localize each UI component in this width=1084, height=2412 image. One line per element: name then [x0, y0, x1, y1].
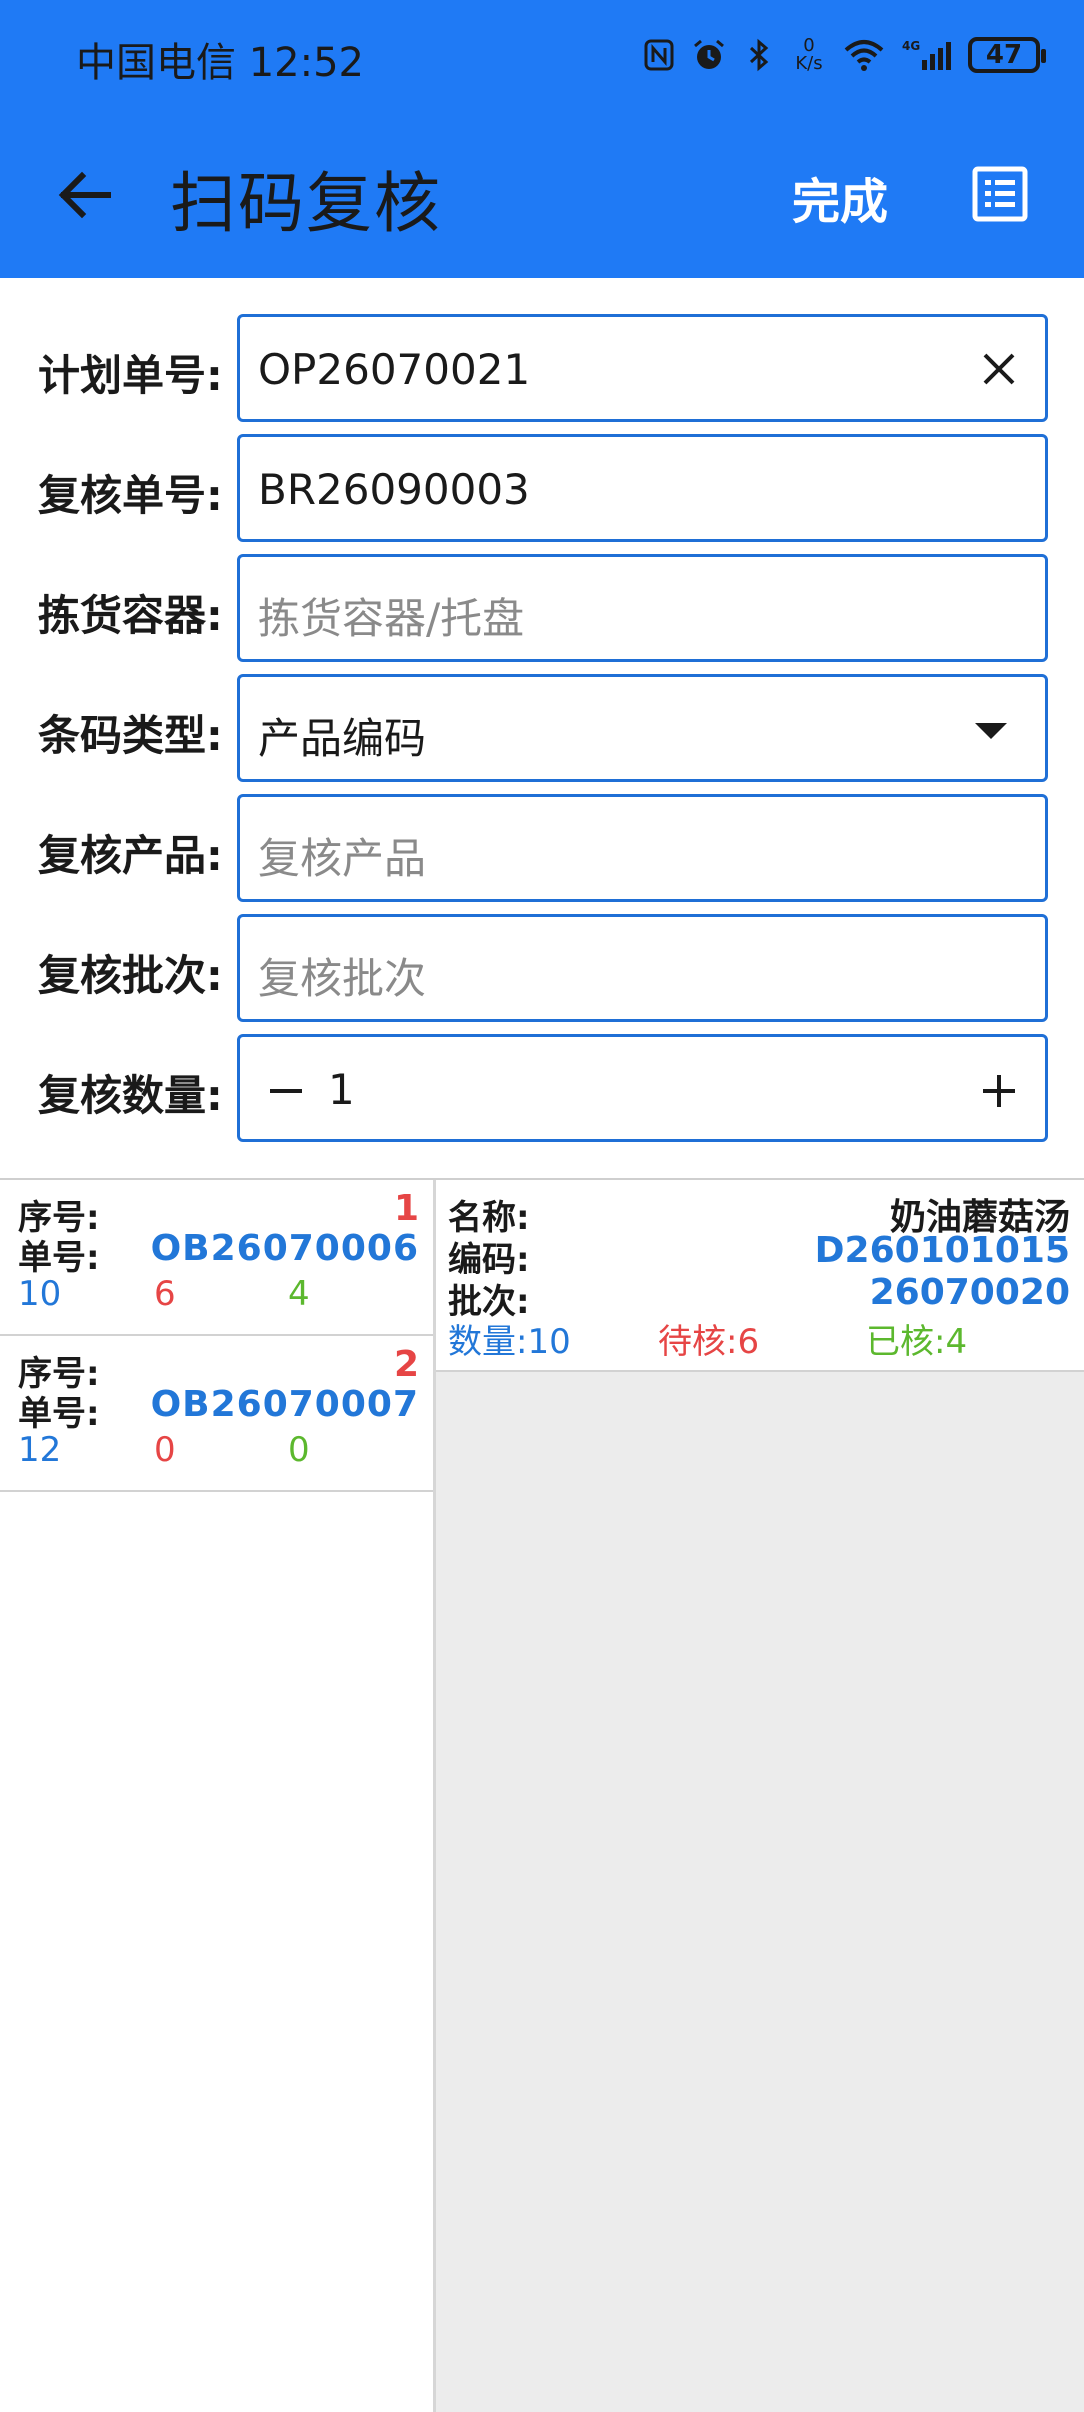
- plus-icon[interactable]: [975, 1067, 1023, 1115]
- svg-text:4G: 4G: [902, 39, 920, 53]
- carrier-time: 中国电信 12:52: [76, 40, 364, 86]
- product-list: 名称: 奶油蘑菇汤 编码: D260101015 批次: 26070020 数量…: [436, 1180, 1084, 2412]
- quantity-count: 数量:10: [448, 1322, 571, 1362]
- barcode-type-value: 产品编码: [258, 714, 427, 763]
- wifi-icon: [842, 38, 886, 72]
- list-item[interactable]: 序号: 2 单号: OB26070007 12 0 0: [0, 1336, 433, 1492]
- app-bar: 扫码复核 完成: [0, 110, 1084, 278]
- clear-icon[interactable]: [975, 345, 1023, 393]
- product-row: 复核产品: 复核产品: [0, 794, 1084, 902]
- order-no-label: 单号:: [18, 1238, 100, 1278]
- net-speed: 0 K/s: [792, 37, 826, 74]
- checked-count: 4: [288, 1274, 310, 1314]
- checked-count: 0: [288, 1430, 310, 1470]
- order-no-value: OB26070006: [150, 1228, 419, 1269]
- minus-icon[interactable]: [262, 1067, 310, 1115]
- plan-no-row: 计划单号: OP26070021: [0, 314, 1084, 422]
- plan-no-label: 计划单号:: [38, 351, 223, 400]
- battery-icon: 47: [968, 37, 1046, 73]
- seq-value: 2: [393, 1344, 419, 1385]
- order-no-label: 单号:: [18, 1394, 100, 1434]
- pending-count: 待核:6: [658, 1322, 760, 1362]
- status-icons: 0 K/s 4G 47: [642, 30, 1046, 80]
- review-no-label: 复核单号:: [38, 471, 223, 520]
- review-no-field[interactable]: BR26090003: [237, 434, 1048, 542]
- checked-count: 已核:4: [866, 1322, 968, 1362]
- barcode-type-label: 条码类型:: [38, 711, 223, 760]
- product-batch: 26070020: [869, 1272, 1070, 1313]
- status-bar: 中国电信 12:52 0 K/s 4G 47: [0, 0, 1084, 110]
- container-input[interactable]: 拣货容器/托盘: [237, 554, 1048, 662]
- batch-placeholder: 复核批次: [258, 954, 427, 1003]
- app-header: 中国电信 12:52 0 K/s 4G 47 扫码复核 完成: [0, 0, 1084, 278]
- product-detail-item[interactable]: 名称: 奶油蘑菇汤 编码: D260101015 批次: 26070020 数量…: [436, 1180, 1084, 1372]
- nfc-icon: [642, 38, 676, 72]
- quantity-label: 复核数量:: [38, 1071, 223, 1120]
- plan-no-value: OP26070021: [258, 345, 531, 394]
- batch-input[interactable]: 复核批次: [237, 914, 1048, 1022]
- review-form: 计划单号: OP26070021 复核单号: BR26090003 拣货容器: …: [0, 278, 1084, 1178]
- seq-value: 1: [393, 1188, 419, 1229]
- pending-count: 6: [154, 1274, 176, 1314]
- barcode-type-select[interactable]: 产品编码: [237, 674, 1048, 782]
- barcode-type-row: 条码类型: 产品编码: [0, 674, 1084, 782]
- review-no-row: 复核单号: BR26090003: [0, 434, 1084, 542]
- quantity-row: 复核数量: 1: [0, 1034, 1084, 1142]
- container-row: 拣货容器: 拣货容器/托盘: [0, 554, 1084, 662]
- alarm-icon: [692, 38, 726, 72]
- review-no-value: BR26090003: [258, 465, 530, 514]
- total-count: 10: [18, 1274, 62, 1314]
- container-label: 拣货容器:: [38, 591, 223, 640]
- order-list: 序号: 1 单号: OB26070006 10 6 4 序号: 2 单号: OB…: [0, 1180, 433, 2412]
- page-title: 扫码复核: [170, 165, 442, 242]
- product-input[interactable]: 复核产品: [237, 794, 1048, 902]
- product-code: D260101015: [814, 1230, 1070, 1271]
- total-count: 12: [18, 1430, 62, 1470]
- net-speed-unit: K/s: [795, 53, 823, 74]
- batch-label: 复核批次:: [38, 951, 223, 1000]
- product-placeholder: 复核产品: [258, 834, 427, 883]
- product-label: 复核产品:: [38, 831, 223, 880]
- order-no-value: OB26070007: [150, 1384, 419, 1425]
- list-icon[interactable]: [972, 166, 1028, 222]
- quantity-value[interactable]: 1: [328, 1065, 355, 1114]
- container-placeholder: 拣货容器/托盘: [258, 594, 525, 643]
- batch-row: 复核批次: 复核批次: [0, 914, 1084, 1022]
- plan-no-field[interactable]: OP26070021: [237, 314, 1048, 422]
- signal-icon: 4G: [902, 38, 952, 72]
- dropdown-caret-icon: [975, 723, 1007, 739]
- list-item[interactable]: 序号: 1 单号: OB26070006 10 6 4: [0, 1180, 433, 1336]
- pending-count: 0: [154, 1430, 176, 1470]
- bluetooth-icon: [742, 38, 776, 72]
- back-arrow-icon[interactable]: [50, 160, 120, 230]
- done-button[interactable]: 完成: [792, 162, 888, 232]
- quantity-stepper[interactable]: 1: [237, 1034, 1048, 1142]
